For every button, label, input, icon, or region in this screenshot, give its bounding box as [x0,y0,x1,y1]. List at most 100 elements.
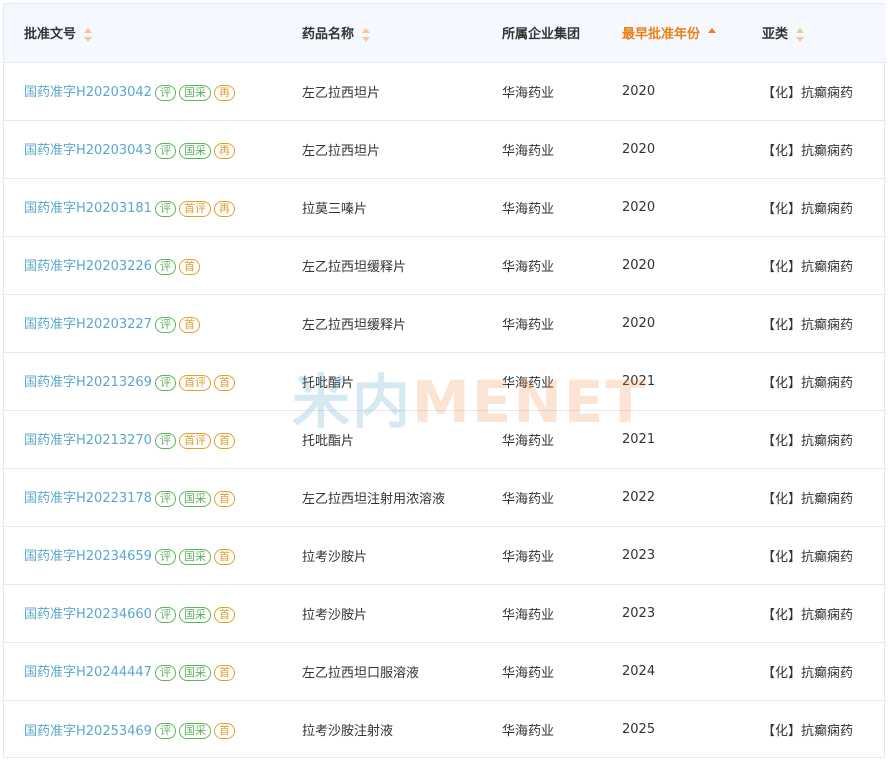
status-badge: 首 [213,606,235,623]
table-row: 国药准字H20234659 评国采首拉考沙胺片 华海药业 2023 【化】抗癫痫药 [4,526,886,584]
subclass-cell: 【化】抗癫痫药 [762,259,854,275]
drug-name-cell: 左乙拉西坦片 [302,143,381,159]
status-badge: 首 [178,258,200,275]
approval-no-cell: 国药准字H20253469 评国采首 [4,700,302,758]
drug-name-cell: 左乙拉西坦缓释片 [302,317,407,333]
approval-no-link[interactable]: 国药准字H20244447 [24,665,152,680]
table-row: 国药准字H20203227 评首左乙拉西坦缓释片 华海药业 2020 【化】抗癫痫药 [4,294,886,352]
approval-no-cell: 国药准字H20244447 评国采首 [4,642,302,700]
subclass-cell: 【化】抗癫痫药 [762,85,854,101]
company-cell: 华海药业 [502,549,555,565]
earliest-year-cell: 2020 [622,257,656,273]
company-cell: 华海药业 [502,201,555,217]
status-badge: 评 [154,548,176,565]
approval-no-link[interactable]: 国药准字H20203227 [24,317,152,332]
table-row: 国药准字H20253469 评国采首拉考沙胺注射液 华海药业 2025 【化】抗癫痫药 [4,700,886,758]
status-badge: 评 [154,432,176,449]
earliest-year-cell: 2020 [622,141,656,157]
status-badge: 评 [154,374,176,391]
subclass-cell: 【化】抗癫痫药 [762,375,854,391]
status-badge: 国采 [178,142,211,159]
table-row: 国药准字H20203043 评国采再左乙拉西坦片 华海药业 2020 【化】抗癫痫药 [4,120,886,178]
subclass-cell: 【化】抗癫痫药 [762,607,854,623]
earliest-year-cell: 2024 [622,663,656,679]
company-cell: 华海药业 [502,85,555,101]
column-header-earliest-year[interactable]: 最早批准年份 [622,4,762,62]
company-cell: 华海药业 [502,143,555,159]
drug-name-cell: 拉考沙胺片 [302,549,368,565]
sort-ascending-icon[interactable] [708,27,717,42]
company-cell: 华海药业 [502,665,555,681]
approval-no-cell: 国药准字H20203226 评首 [4,236,302,294]
earliest-year-cell: 2020 [622,199,656,215]
status-badge: 首 [178,316,200,333]
column-header-drug-name[interactable]: 药品名称 [302,4,502,62]
drug-name-cell: 左乙拉西坦口服溶液 [302,665,420,681]
status-badge: 国采 [178,490,211,507]
earliest-year-cell: 2021 [622,373,656,389]
approval-no-link[interactable]: 国药准字H20223178 [24,491,152,506]
table-row: 国药准字H20203226 评首左乙拉西坦缓释片 华海药业 2020 【化】抗癫痫药 [4,236,886,294]
status-badge: 国采 [178,723,211,739]
column-header-label: 亚类 [762,27,789,43]
status-badge: 国采 [178,84,211,101]
drug-approval-table: 批准文号 药品名称 所属企业集团 最早批准年份 亚类 国药准字H20203042… [4,4,886,758]
column-header-approval-no[interactable]: 批准文号 [4,4,302,62]
approval-no-link[interactable]: 国药准字H20203226 [24,259,152,274]
approval-no-cell: 国药准字H20234660 评国采首 [4,584,302,642]
company-cell: 华海药业 [502,491,555,507]
table-row: 国药准字H20203181 评首评再拉莫三嗪片 华海药业 2020 【化】抗癫痫药 [4,178,886,236]
approval-no-cell: 国药准字H20234659 评国采首 [4,526,302,584]
status-badge: 首 [213,490,235,507]
approval-no-cell: 国药准字H20203181 评首评再 [4,178,302,236]
subclass-cell: 【化】抗癫痫药 [762,433,854,449]
sort-icon[interactable] [796,27,805,42]
company-cell: 华海药业 [502,607,555,623]
status-badge: 评 [154,142,176,159]
status-badge: 评 [154,258,176,275]
drug-name-cell: 左乙拉西坦片 [302,85,381,101]
column-header-label: 最早批准年份 [622,27,701,43]
status-badge: 首 [213,374,235,391]
earliest-year-cell: 2020 [622,83,656,99]
drug-name-cell: 左乙拉西坦注射用浓溶液 [302,491,446,507]
status-badge: 首评 [178,374,211,391]
status-badge: 再 [213,200,235,217]
sort-icon[interactable] [362,27,371,42]
approval-no-link[interactable]: 国药准字H20203181 [24,201,152,216]
approval-no-link[interactable]: 国药准字H20234659 [24,549,152,564]
status-badge: 评 [154,84,176,101]
status-badge: 国采 [178,548,211,565]
approval-no-link[interactable]: 国药准字H20213269 [24,375,152,390]
table-row: 国药准字H20244447 评国采首左乙拉西坦口服溶液 华海药业 2024 【化】抗癫痫… [4,642,886,700]
drug-name-cell: 左乙拉西坦缓释片 [302,259,407,275]
approval-no-link[interactable]: 国药准字H20234660 [24,607,152,622]
status-badge: 评 [154,490,176,507]
approval-no-link[interactable]: 国药准字H20253469 [24,724,152,739]
column-header-label: 批准文号 [24,27,77,43]
table-body: 国药准字H20203042 评国采再左乙拉西坦片 华海药业 2020 【化】抗癫痫药 国药… [4,62,886,758]
subclass-cell: 【化】抗癫痫药 [762,549,854,565]
status-badge: 国采 [178,664,211,681]
status-badge: 首 [213,723,235,739]
approval-no-link[interactable]: 国药准字H20203042 [24,85,152,100]
subclass-cell: 【化】抗癫痫药 [762,143,854,159]
approval-no-link[interactable]: 国药准字H20203043 [24,143,152,158]
earliest-year-cell: 2021 [622,431,656,447]
table-header: 批准文号 药品名称 所属企业集团 最早批准年份 亚类 [4,4,886,62]
table-row: 国药准字H20203042 评国采再左乙拉西坦片 华海药业 2020 【化】抗癫痫药 [4,62,886,120]
sort-icon[interactable] [84,27,93,42]
approval-no-link[interactable]: 国药准字H20213270 [24,433,152,448]
approval-no-cell: 国药准字H20213270 评首评首 [4,410,302,468]
status-badge: 国采 [178,606,211,623]
status-badge: 评 [154,723,176,739]
company-cell: 华海药业 [502,723,555,739]
status-badge: 首评 [178,432,211,449]
table-row: 国药准字H20234660 评国采首拉考沙胺片 华海药业 2023 【化】抗癫痫药 [4,584,886,642]
status-badge: 首 [213,548,235,565]
subclass-cell: 【化】抗癫痫药 [762,665,854,681]
status-badge: 首评 [178,200,211,217]
column-header-label: 所属企业集团 [502,27,581,43]
column-header-subclass[interactable]: 亚类 [762,4,886,62]
earliest-year-cell: 2023 [622,605,656,621]
